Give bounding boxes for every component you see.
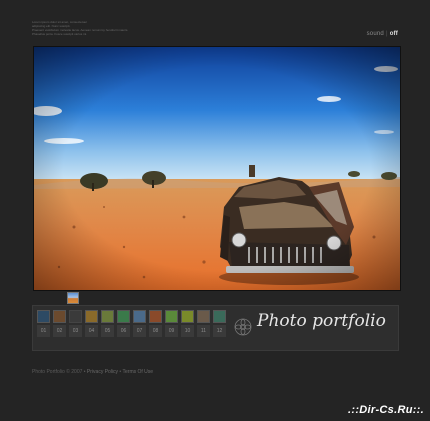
watermark: .::Dir-Cs.Ru::. <box>348 404 424 416</box>
portfolio-title: Photo portfolio <box>257 311 386 331</box>
thumbnail-05[interactable]: 05 <box>101 310 114 337</box>
sound-label[interactable]: sound <box>367 31 384 37</box>
thumbnail-image <box>101 310 114 323</box>
thumbnail-image <box>149 310 162 323</box>
sound-off-button[interactable]: off <box>390 31 398 37</box>
privacy-policy-link[interactable]: Privacy Policy <box>87 369 118 375</box>
thumbnail-image <box>165 310 178 323</box>
thumbnail-image <box>117 310 130 323</box>
flower-ornament-icon <box>234 318 252 336</box>
thumbnail-03[interactable]: 03 <box>69 310 82 337</box>
thumbnail-number: 01 <box>37 325 50 337</box>
thumbnail-image <box>133 310 146 323</box>
sound-toggle[interactable]: sound | off <box>367 31 398 37</box>
thumbnail-10[interactable]: 10 <box>181 310 194 337</box>
thumbnail-09[interactable]: 09 <box>165 310 178 337</box>
thumbnail-11[interactable]: 11 <box>197 310 210 337</box>
thumbnail-number: 04 <box>85 325 98 337</box>
thumbnail-number: 05 <box>101 325 114 337</box>
thumbnail-07[interactable]: 07 <box>133 310 146 337</box>
thumbnail-02[interactable]: 02 <box>53 310 66 337</box>
thumbnail-number: 11 <box>197 325 210 337</box>
header-description: Lorem ipsum dolor sit amet, consectetuer… <box>32 20 172 36</box>
thumbnail-number: 10 <box>181 325 194 337</box>
terms-of-use-link[interactable]: Terms Of Use <box>123 369 154 375</box>
thumbnail-12[interactable]: 12 <box>213 310 226 337</box>
thumbnail-number: 07 <box>133 325 146 337</box>
thumbnail-number: 06 <box>117 325 130 337</box>
thumbnail-image <box>85 310 98 323</box>
thumbnail-image <box>181 310 194 323</box>
thumbnail-04[interactable]: 04 <box>85 310 98 337</box>
thumbnail-image <box>197 310 210 323</box>
thumbnail-06[interactable]: 06 <box>117 310 130 337</box>
main-photo <box>33 46 401 291</box>
thumbnail-08[interactable]: 08 <box>149 310 162 337</box>
footer: Photo Portfolio © 2007 • Privacy Policy … <box>32 369 153 375</box>
header-line: Phasellus porta. Fusce suscipit varius m… <box>32 32 88 36</box>
thumbnail-number: 03 <box>69 325 82 337</box>
thumbnail-number: 09 <box>165 325 178 337</box>
thumbnail-01[interactable]: 01 <box>37 310 50 337</box>
thumbnail-number: 02 <box>53 325 66 337</box>
thumbnail-image <box>213 310 226 323</box>
thumbnail-image <box>37 310 50 323</box>
thumbnail-image <box>53 310 66 323</box>
footer-copyright: Photo Portfolio © 2007 <box>32 369 83 375</box>
thumbnail-placeholder <box>69 310 82 323</box>
active-thumb-marker <box>67 292 79 304</box>
thumbnail-number: 08 <box>149 325 162 337</box>
sound-separator: | <box>385 31 388 37</box>
thumbnail-number: 12 <box>213 325 226 337</box>
